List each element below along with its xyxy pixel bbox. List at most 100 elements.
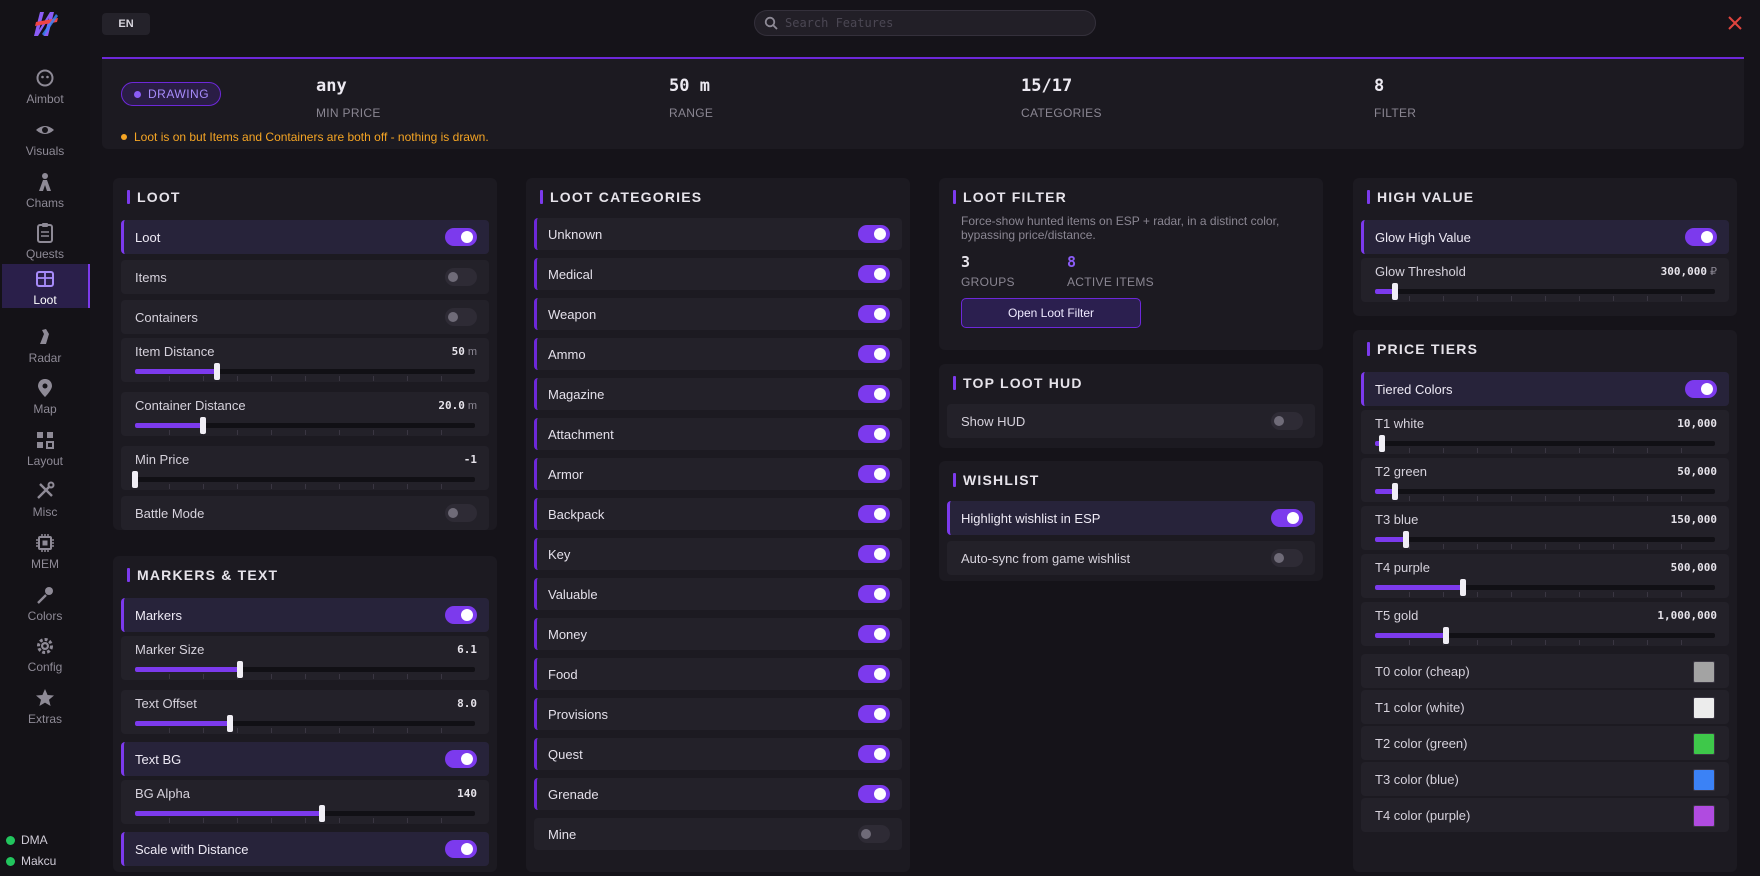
sidebar-item-loot[interactable]: Loot bbox=[2, 264, 90, 308]
sidebar-item-chams[interactable]: Chams bbox=[0, 167, 90, 217]
tiered-colors-toggle-row: Tiered Colors bbox=[1361, 372, 1729, 406]
slider-thumb[interactable] bbox=[1378, 435, 1385, 452]
markers-toggle[interactable] bbox=[445, 606, 477, 624]
scale-distance-toggle[interactable] bbox=[445, 840, 477, 858]
slider-thumb[interactable] bbox=[1443, 627, 1450, 644]
category-toggle-attachment[interactable] bbox=[858, 425, 890, 443]
glow-threshold-slider[interactable] bbox=[1375, 283, 1715, 301]
slider-thumb[interactable] bbox=[1392, 483, 1399, 500]
header-accent bbox=[540, 190, 543, 204]
toggle-knob bbox=[1701, 383, 1713, 395]
category-toggle-grenade[interactable] bbox=[858, 785, 890, 803]
glow-high-value-toggle-row: Glow High Value bbox=[1361, 220, 1729, 254]
color-swatch[interactable] bbox=[1693, 805, 1715, 827]
slider-thumb[interactable] bbox=[1460, 579, 1467, 596]
slider-tick bbox=[1647, 296, 1648, 301]
tier-slider-t3-blue[interactable] bbox=[1375, 531, 1715, 549]
slider-tick bbox=[1613, 296, 1614, 301]
sidebar-item-label: Loot bbox=[33, 293, 57, 307]
sidebar-item-extras[interactable]: Extras bbox=[0, 683, 90, 733]
stat-label: MIN PRICE bbox=[316, 106, 381, 120]
tier-slider-t5-gold[interactable] bbox=[1375, 627, 1715, 645]
sidebar-item-misc[interactable]: Misc bbox=[0, 476, 90, 526]
category-toggle-valuable[interactable] bbox=[858, 585, 890, 603]
category-toggle-armor[interactable] bbox=[858, 465, 890, 483]
category-toggle-magazine[interactable] bbox=[858, 385, 890, 403]
category-toggle-key[interactable] bbox=[858, 545, 890, 563]
text-offset-slider[interactable] bbox=[135, 715, 475, 733]
close-icon[interactable] bbox=[1724, 12, 1746, 34]
panel-header: LOOT CATEGORIES bbox=[526, 178, 910, 216]
slider-thumb[interactable] bbox=[319, 805, 325, 822]
show-hud-toggle[interactable] bbox=[1271, 412, 1303, 430]
glow-high-value-toggle[interactable] bbox=[1685, 228, 1717, 246]
slider-thumb[interactable] bbox=[200, 417, 206, 434]
tiered-colors-toggle[interactable] bbox=[1685, 380, 1717, 398]
sidebar-item-layout[interactable]: Layout bbox=[0, 425, 90, 475]
bg-alpha-slider[interactable] bbox=[135, 805, 475, 823]
tier-slider-t1-white[interactable] bbox=[1375, 435, 1715, 453]
category-toggle-money[interactable] bbox=[858, 625, 890, 643]
row-label: Scale with Distance bbox=[135, 842, 249, 857]
tier-slider-t2-green[interactable] bbox=[1375, 483, 1715, 501]
sidebar-item-mem[interactable]: MEM bbox=[0, 528, 90, 578]
sidebar-item-radar[interactable]: Radar bbox=[0, 322, 90, 372]
loot-toggle[interactable] bbox=[445, 228, 477, 246]
slider-thumb[interactable] bbox=[213, 363, 220, 380]
row-label: T1 color (white) bbox=[1375, 700, 1465, 715]
category-toggle-medical[interactable] bbox=[858, 265, 890, 283]
category-toggle-mine[interactable] bbox=[858, 825, 890, 843]
slider-thumb[interactable] bbox=[237, 661, 244, 678]
color-swatch[interactable] bbox=[1693, 769, 1715, 791]
category-toggle-food[interactable] bbox=[858, 665, 890, 683]
text-bg-toggle[interactable] bbox=[445, 750, 477, 768]
active-items-count: 8 bbox=[1067, 253, 1077, 271]
color-swatch[interactable] bbox=[1693, 697, 1715, 719]
items-toggle[interactable] bbox=[445, 268, 477, 286]
panel-title: PRICE TIERS bbox=[1377, 341, 1479, 357]
min-price-slider[interactable] bbox=[132, 471, 475, 489]
item-distance-slider[interactable] bbox=[135, 363, 475, 381]
search-input[interactable] bbox=[785, 14, 1085, 32]
slider-thumb[interactable] bbox=[132, 471, 138, 488]
category-toggle-quest[interactable] bbox=[858, 745, 890, 763]
slider-tick bbox=[1545, 544, 1546, 549]
open-loot-filter-button[interactable]: Open Loot Filter bbox=[961, 298, 1141, 328]
slider-thumb[interactable] bbox=[1392, 283, 1399, 300]
slider-thumb[interactable] bbox=[1402, 531, 1409, 548]
marker-size-slider[interactable] bbox=[135, 661, 475, 679]
clipboard-icon bbox=[37, 223, 53, 243]
category-toggle-ammo[interactable] bbox=[858, 345, 890, 363]
tier-slider-t4-purple[interactable] bbox=[1375, 579, 1715, 597]
color-swatch[interactable] bbox=[1693, 661, 1715, 683]
sidebar-item-config[interactable]: Config bbox=[0, 631, 90, 681]
slider-thumb[interactable] bbox=[227, 715, 234, 732]
row-label: Markers bbox=[135, 608, 182, 623]
slider-label: T3 blue bbox=[1375, 512, 1419, 527]
highlight-wishlist-toggle[interactable] bbox=[1271, 509, 1303, 527]
radar-icon bbox=[40, 329, 49, 344]
sidebar-item-aimbot[interactable]: Aimbot bbox=[0, 63, 90, 113]
battle-mode-toggle[interactable] bbox=[445, 504, 477, 522]
slider-tick bbox=[237, 430, 238, 435]
sidebar-item-map[interactable]: Map bbox=[0, 373, 90, 423]
category-toggle-weapon[interactable] bbox=[858, 305, 890, 323]
slider-tick bbox=[203, 376, 204, 381]
slider-label: T5 gold bbox=[1375, 608, 1419, 623]
category-toggle-provisions[interactable] bbox=[858, 705, 890, 723]
container-distance-slider[interactable] bbox=[135, 417, 475, 435]
item-distance-slider-row: Item Distance 50 m bbox=[121, 338, 489, 382]
slider-tick bbox=[305, 484, 306, 489]
toggle-knob bbox=[874, 268, 886, 280]
containers-toggle[interactable] bbox=[445, 308, 477, 326]
color-swatch[interactable] bbox=[1693, 733, 1715, 755]
sidebar-item-visuals[interactable]: Visuals bbox=[0, 115, 90, 165]
category-toggle-unknown[interactable] bbox=[858, 225, 890, 243]
sidebar-item-colors[interactable]: Colors bbox=[0, 580, 90, 630]
language-button[interactable]: EN bbox=[102, 13, 150, 35]
auto-sync-toggle[interactable] bbox=[1271, 549, 1303, 567]
category-toggle-backpack[interactable] bbox=[858, 505, 890, 523]
toggle-knob bbox=[874, 668, 886, 680]
sidebar-item-quests[interactable]: Quests bbox=[0, 218, 90, 268]
warning-message: Loot is on but Items and Containers are … bbox=[121, 130, 489, 144]
